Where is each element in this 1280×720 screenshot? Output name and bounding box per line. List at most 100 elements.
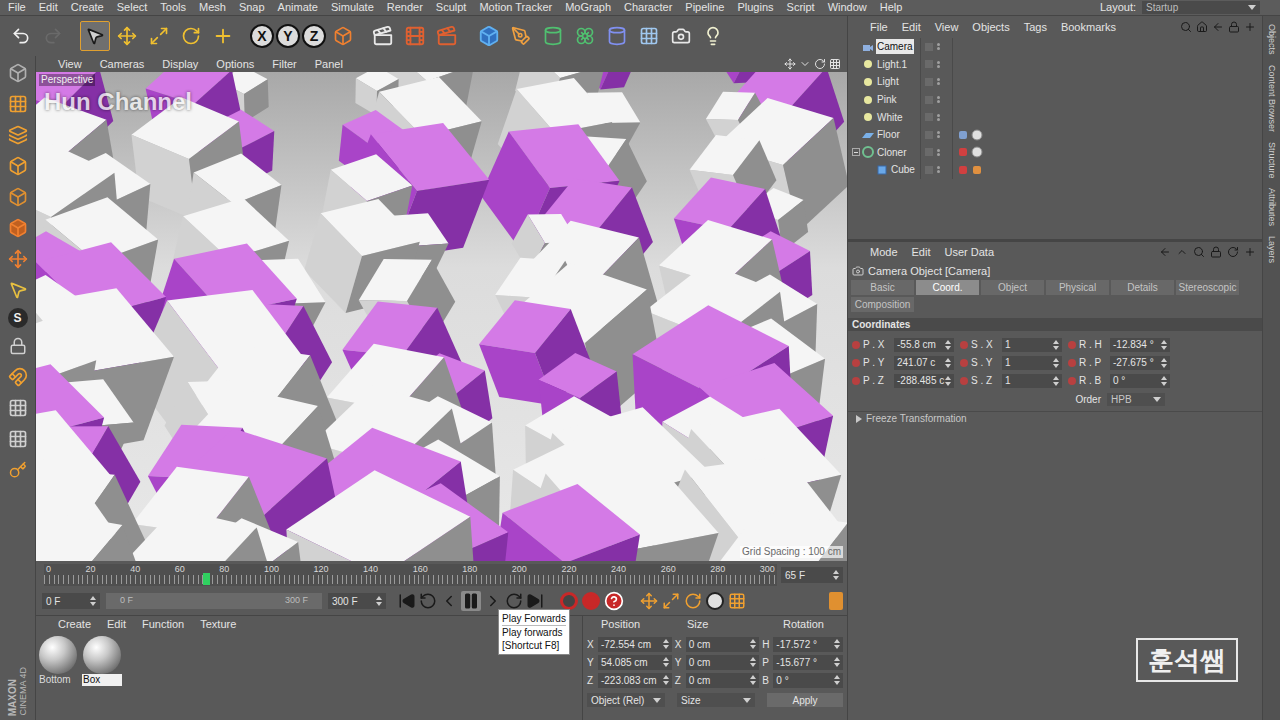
menu-item[interactable]: Simulate [331,2,374,13]
render-visibility-dot[interactable] [937,153,940,156]
viewport-menu-item[interactable]: Options [216,59,254,70]
left-tool-button[interactable] [4,153,32,179]
playhead[interactable] [203,573,210,585]
visibility-toggle[interactable] [925,96,933,104]
attribute-field[interactable]: -288.485 c [894,374,954,388]
spinner-icon[interactable] [1161,358,1167,368]
keyframe-dot-icon[interactable] [852,377,860,385]
menu-item[interactable]: Sculpt [436,2,467,13]
coordinate-system-button[interactable] [328,21,358,51]
material-tag-icon[interactable] [971,129,983,141]
left-tool-button[interactable] [4,457,32,483]
keyframe-dot-icon[interactable] [1068,359,1076,367]
left-tool-button[interactable] [4,215,32,241]
spinner-icon[interactable] [663,657,669,667]
menu-item[interactable]: Plugins [737,2,773,13]
editor-visibility-dot[interactable] [937,114,940,117]
render-visibility-dot[interactable] [937,47,940,50]
material-swatch[interactable]: Bottom [38,636,78,686]
render-visibility-dot[interactable] [937,135,940,138]
position-field[interactable]: -72.554 cm [598,637,672,652]
go-to-start-icon[interactable] [398,592,416,610]
tool-button[interactable] [112,21,142,51]
object-name[interactable]: Camera [876,39,914,54]
object-name[interactable]: Cloner [876,145,907,160]
dolly-icon[interactable] [799,58,811,70]
back-icon[interactable] [1159,246,1171,258]
axis-lock-button[interactable]: Y [276,24,300,48]
home-icon[interactable] [1196,21,1208,33]
visibility-toggle[interactable] [925,113,933,121]
visibility-toggle[interactable] [925,166,933,174]
object-row[interactable]: Camera [848,38,1262,56]
render-visibility-dot[interactable] [937,100,940,103]
new-manager-icon[interactable] [1244,246,1256,258]
attribute-tab[interactable]: Composition [851,297,914,312]
attribute-tab[interactable]: Object [981,280,1044,295]
order-dropdown[interactable]: HPB [1107,393,1165,406]
object-name[interactable]: Light.1 [876,57,908,72]
object-row[interactable]: Floor [848,126,1262,144]
record-point-level-icon[interactable] [728,592,746,610]
menu-item[interactable]: Script [787,2,815,13]
render-view-button[interactable] [368,21,398,51]
left-tool-button[interactable] [4,246,32,272]
timeline-ruler[interactable]: 0204060801001201401601802002202402602803… [44,564,777,586]
attribute-tab[interactable]: Basic [851,280,914,295]
left-tool-button[interactable] [4,60,32,86]
menu-item[interactable]: MoGraph [565,2,611,13]
spinner-icon[interactable] [750,675,756,685]
spinner-icon[interactable] [1161,340,1167,350]
visibility-toggle[interactable] [925,131,933,139]
visibility-toggle[interactable] [925,43,933,51]
object-menu-item[interactable]: View [935,22,959,33]
keyframe-dot-icon[interactable] [852,359,860,367]
spinner-icon[interactable] [945,376,951,386]
attribute-tab[interactable]: Coord. [916,280,979,295]
snap-button[interactable]: S [8,308,28,328]
pan-icon[interactable] [784,58,796,70]
left-tool-button[interactable] [4,426,32,452]
position-field[interactable]: 54.085 cm [598,655,672,670]
size-mode-dropdown[interactable]: Size [677,693,755,707]
object-row[interactable]: White [848,108,1262,126]
panel-switch-icon[interactable] [829,58,841,70]
tool-button[interactable] [176,21,206,51]
size-field[interactable]: 0 cm [686,655,760,670]
play-button[interactable] [461,591,481,611]
object-name[interactable]: Light [876,74,900,89]
search-icon[interactable] [1193,246,1205,258]
editor-visibility-dot[interactable] [937,61,940,64]
floor-button[interactable] [634,21,664,51]
side-tab[interactable]: Content Browser [1267,65,1276,132]
keyframe-dot-icon[interactable] [960,377,968,385]
menu-item[interactable]: Mesh [199,2,226,13]
menu-item[interactable]: Create [71,2,104,13]
camera-button[interactable] [666,21,696,51]
viewport-menu-item[interactable]: Filter [272,59,296,70]
material-tag-icon[interactable] [971,146,983,158]
keyframe-dot-icon[interactable] [852,341,860,349]
object-row[interactable]: Light.1 [848,56,1262,74]
search-icon[interactable] [1180,21,1192,33]
start-frame-field[interactable]: 0 F [42,593,100,609]
attribute-field[interactable]: -27.675 ° [1110,356,1170,370]
visibility-toggle[interactable] [925,60,933,68]
object-row[interactable]: Pink [848,91,1262,109]
attribute-field[interactable]: -12.834 ° [1110,338,1170,352]
left-tool-button[interactable] [4,277,32,303]
object-name[interactable]: White [876,110,904,125]
new-view-icon[interactable] [1244,21,1256,33]
left-tool-button[interactable] [4,122,32,148]
up-icon[interactable] [1176,246,1188,258]
attribute-tab[interactable]: Stereoscopic [1176,280,1239,295]
object-name[interactable]: Pink [876,92,897,107]
apply-button[interactable]: Apply [767,693,843,707]
viewport-menu-item[interactable]: Panel [315,59,343,70]
tool-button[interactable] [80,21,110,51]
record-rotation-icon[interactable] [684,592,702,610]
object-row[interactable]: Cloner [848,144,1262,162]
dynamics-tag-icon[interactable] [957,146,969,158]
render-visibility-dot[interactable] [937,118,940,121]
phong-tag-icon[interactable] [971,164,983,176]
